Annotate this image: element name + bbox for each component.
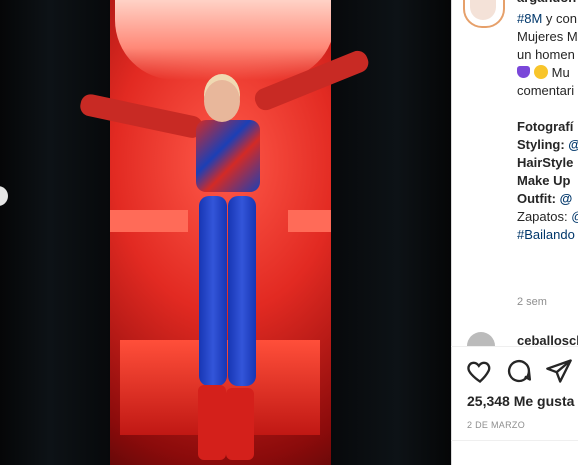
caption-credit-shoes: Zapatos: @ (517, 208, 578, 226)
hashtag-link[interactable]: #Bailando (517, 226, 578, 244)
mention-link[interactable]: @ (560, 191, 573, 206)
caption-credit-photo: Fotografí (517, 119, 574, 134)
decor-shelf-left (100, 210, 188, 232)
author-username[interactable]: argandon (517, 0, 576, 5)
figure-leg-right (228, 196, 256, 386)
purple-heart-icon (517, 66, 530, 78)
panel-divider (451, 0, 452, 465)
caption-line: Mu (517, 64, 578, 82)
caption-line: #8M y con (517, 11, 577, 26)
figure-leg-left (199, 196, 227, 386)
post-time-ago[interactable]: 2 sem (517, 296, 547, 308)
bottom-divider (451, 440, 578, 441)
heart-icon[interactable] (466, 357, 494, 385)
caption-credit-makeup: Make Up (517, 173, 571, 188)
figure-boot-right (226, 388, 254, 460)
post-caption: #8M y con Mujeres M un homen Mu comentar… (517, 10, 578, 244)
caption-credit-hair: HairStyle (517, 155, 574, 170)
likes-count[interactable]: 25,348 Me gusta (467, 393, 574, 409)
decor-shelf-right (288, 210, 333, 232)
mention-link[interactable]: @ (571, 209, 578, 224)
caption-credit-styling: Styling: @ (517, 136, 578, 154)
caption-line: comentari (517, 83, 575, 98)
post-photo[interactable] (0, 0, 451, 465)
smiley-icon (534, 65, 548, 79)
post-date[interactable]: 2 DE MARZO (467, 420, 525, 430)
comment-icon[interactable] (505, 357, 533, 385)
mention-link[interactable]: @ (568, 137, 578, 152)
figure-boot-left (198, 385, 226, 460)
hashtag-link[interactable]: #8M (517, 11, 542, 26)
actions-divider (451, 346, 578, 347)
caption-line: un homen (517, 47, 575, 62)
curtain-left (0, 0, 110, 465)
caption-line-blank (517, 100, 578, 118)
ceiling-light (115, 0, 335, 80)
share-icon[interactable] (545, 357, 573, 385)
caption-line: Mujeres M (517, 29, 578, 44)
figure-torso (196, 120, 260, 192)
figure-head (204, 80, 240, 122)
caption-credit-outfit: Outfit: @ (517, 191, 573, 206)
